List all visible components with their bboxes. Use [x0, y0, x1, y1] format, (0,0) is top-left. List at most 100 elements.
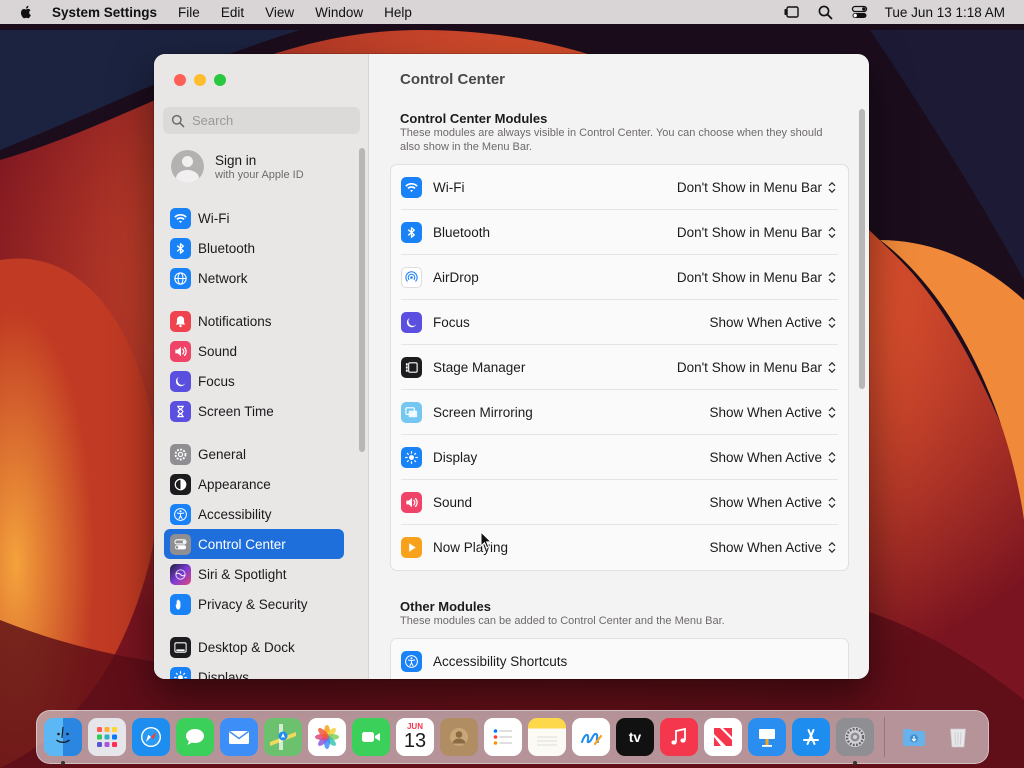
dock-facetime[interactable] [349, 715, 393, 759]
sidebar-item-notifications[interactable]: Notifications [164, 306, 344, 336]
module-label: Accessibility Shortcuts [433, 654, 568, 669]
calendar-day: 13 [403, 730, 427, 752]
dock-downloads-folder[interactable] [892, 715, 936, 759]
dock-calendar[interactable]: JUN 13 [393, 715, 437, 759]
page-title: Control Center [400, 71, 505, 88]
menu-view[interactable]: View [265, 5, 294, 20]
dock-music[interactable] [657, 715, 701, 759]
notes-icon [528, 718, 566, 756]
dock-trash[interactable] [936, 715, 980, 759]
search-input[interactable] [192, 113, 352, 128]
dock-news[interactable] [701, 715, 745, 759]
dock-apple-tv[interactable]: tv [613, 715, 657, 759]
toggles-icon [170, 533, 191, 555]
apple-id-sign-in[interactable]: Sign in with your Apple ID [171, 150, 304, 183]
system-settings-icon [836, 718, 874, 756]
running-indicator [853, 761, 857, 765]
spotlight-search-icon[interactable] [817, 4, 834, 20]
select-value: Don't Show in Menu Bar [676, 269, 822, 285]
sidebar-item-label: Wi-Fi [198, 210, 230, 226]
module-row-airdrop: AirDrop Don't Show in Menu Bar [401, 255, 838, 300]
dock-notes[interactable] [525, 715, 569, 759]
sidebar-item-desktop-dock[interactable]: Desktop & Dock [164, 632, 344, 662]
dock-contacts[interactable] [437, 715, 481, 759]
module-menu-bar-select[interactable]: Show When Active [709, 405, 838, 420]
sidebar-item-accessibility[interactable]: Accessibility [164, 499, 344, 529]
section-desc-modules: These modules are always visible in Cont… [400, 127, 823, 153]
sidebar-item-privacy-security[interactable]: Privacy & Security [164, 589, 344, 619]
sidebar-item-network[interactable]: Network [164, 263, 344, 293]
module-menu-bar-select[interactable]: Show When Active [709, 495, 838, 510]
sidebar-item-label: Desktop & Dock [198, 639, 295, 655]
dock-maps[interactable] [261, 715, 305, 759]
window-minimize-button[interactable] [194, 74, 206, 86]
hourglass-icon [170, 400, 191, 422]
sidebar-item-siri-spotlight[interactable]: Siri & Spotlight [164, 559, 344, 589]
wifi-icon [170, 207, 191, 229]
news-icon [704, 718, 742, 756]
menu-file[interactable]: File [178, 5, 200, 20]
content-scrollbar[interactable] [859, 109, 865, 389]
dock-finder[interactable] [41, 715, 85, 765]
module-label: AirDrop [433, 269, 479, 285]
menu-bar: System Settings File Edit View Window He… [0, 0, 1024, 24]
apple-logo-icon[interactable] [18, 4, 34, 20]
sidebar-item-control-center[interactable]: Control Center [164, 529, 344, 559]
window-zoom-button[interactable] [214, 74, 226, 86]
apple-tv-icon: tv [616, 718, 654, 756]
module-row-stage-manager: Stage Manager Don't Show in Menu Bar [401, 345, 838, 390]
music-icon [660, 718, 698, 756]
module-label: Stage Manager [433, 359, 526, 375]
module-menu-bar-select[interactable]: Show When Active [709, 315, 838, 330]
module-menu-bar-select[interactable]: Don't Show in Menu Bar [677, 360, 838, 375]
control-center-menu-icon[interactable] [851, 4, 868, 20]
module-menu-bar-select[interactable]: Don't Show in Menu Bar [677, 180, 838, 195]
menu-edit[interactable]: Edit [221, 5, 244, 20]
module-row-wifi: Wi-Fi Don't Show in Menu Bar [401, 165, 838, 210]
module-row-now-playing: Now Playing Show When Active [401, 525, 838, 570]
sidebar-scrollbar[interactable] [359, 148, 365, 452]
sidebar-item-sound[interactable]: Sound [164, 336, 344, 366]
dock-reminders[interactable] [481, 715, 525, 759]
speaker-icon [170, 340, 191, 362]
sidebar-item-focus[interactable]: Focus [164, 366, 344, 396]
sidebar-item-bluetooth[interactable]: Bluetooth [164, 233, 344, 263]
dock-freeform[interactable] [569, 715, 613, 759]
sidebar-item-wifi[interactable]: Wi-Fi [164, 203, 344, 233]
module-menu-bar-select[interactable]: Show When Active [709, 540, 838, 555]
module-menu-bar-select[interactable]: Don't Show in Menu Bar [677, 270, 838, 285]
menu-clock[interactable]: Tue Jun 13 1:18 AM [885, 5, 1005, 20]
module-row-screen-mirroring: Screen Mirroring Show When Active [401, 390, 838, 435]
sidebar-item-appearance[interactable]: Appearance [164, 469, 344, 499]
maps-icon [264, 718, 302, 756]
chevron-updown-icon [828, 360, 838, 374]
photos-icon [308, 718, 346, 756]
dock-keynote[interactable] [745, 715, 789, 759]
module-label: Display [433, 449, 478, 465]
chevron-updown-icon [828, 270, 838, 284]
dock-safari[interactable] [129, 715, 173, 759]
moon-icon [170, 370, 191, 392]
menu-app-name[interactable]: System Settings [52, 5, 157, 20]
module-menu-bar-select[interactable]: Don't Show in Menu Bar [677, 225, 838, 240]
app-store-icon [792, 718, 830, 756]
dock-photos[interactable] [305, 715, 349, 759]
dock-app-store[interactable] [789, 715, 833, 759]
sidebar-item-displays[interactable]: Displays [164, 662, 344, 679]
dock-launchpad[interactable] [85, 715, 129, 759]
window-close-button[interactable] [174, 74, 186, 86]
sidebar-search[interactable] [163, 107, 360, 134]
menu-window[interactable]: Window [315, 5, 363, 20]
module-menu-bar-select[interactable]: Show When Active [709, 450, 838, 465]
dock-messages[interactable] [173, 715, 217, 759]
sidebar-item-general[interactable]: General [164, 439, 344, 469]
section-desc-other: These modules can be added to Control Ce… [400, 615, 725, 627]
menu-help[interactable]: Help [384, 5, 412, 20]
stage-manager-menu-icon[interactable] [783, 4, 800, 20]
dock-system-settings[interactable] [833, 715, 877, 765]
sidebar-item-screen-time[interactable]: Screen Time [164, 396, 344, 426]
dock-mail[interactable] [217, 715, 261, 759]
reminders-icon [484, 718, 522, 756]
sidebar-item-label: Network [198, 270, 248, 286]
select-value: Show When Active [709, 314, 822, 330]
